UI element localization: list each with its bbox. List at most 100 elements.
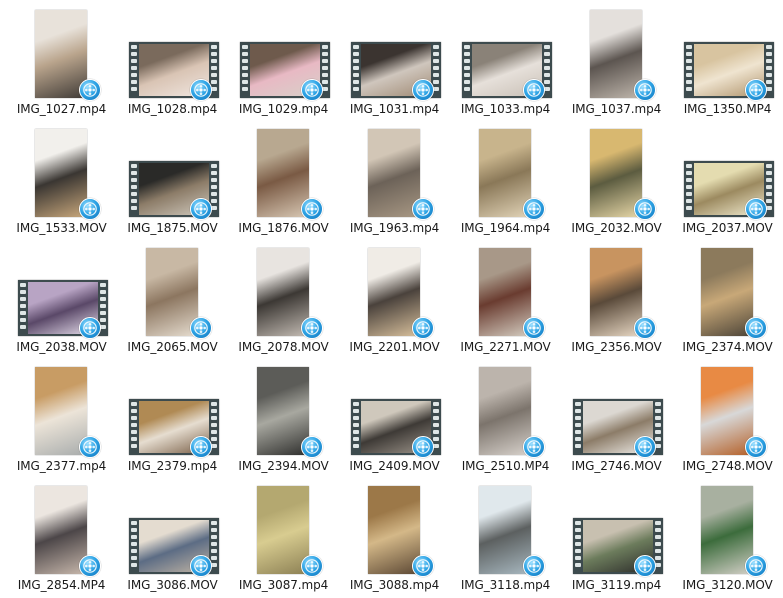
- media-player-icon: [745, 198, 767, 220]
- file-item[interactable]: IMG_3088.mp4: [339, 476, 450, 594]
- file-item[interactable]: IMG_3087.mp4: [228, 476, 339, 594]
- thumbnail-area: [672, 119, 783, 220]
- file-item[interactable]: IMG_2032.MOV: [561, 119, 672, 237]
- media-player-icon: [301, 317, 323, 339]
- media-player-icon: [523, 317, 545, 339]
- file-name-label: IMG_3088.mp4: [349, 578, 440, 592]
- thumbnail-area: [672, 0, 783, 101]
- thumbnail-area: [672, 357, 783, 458]
- thumbnail-area: [117, 476, 228, 577]
- file-name-label: IMG_2037.MOV: [682, 221, 773, 235]
- file-item[interactable]: IMG_3118.mp4: [450, 476, 561, 594]
- thumbnail-area: [561, 0, 672, 101]
- file-name-label: IMG_1533.MOV: [16, 221, 107, 235]
- file-item[interactable]: IMG_1533.MOV: [6, 119, 117, 237]
- file-item[interactable]: IMG_2746.MOV: [561, 357, 672, 475]
- thumbnail-area: [561, 238, 672, 339]
- file-item[interactable]: IMG_2201.MOV: [339, 238, 450, 356]
- thumbnail-area: [450, 0, 561, 101]
- film-strip-holes: [575, 402, 581, 452]
- file-item[interactable]: IMG_1963.mp4: [339, 119, 450, 237]
- media-player-icon: [301, 198, 323, 220]
- file-item[interactable]: IMG_1964.mp4: [450, 119, 561, 237]
- file-name-label: IMG_1028.mp4: [127, 102, 218, 116]
- file-item[interactable]: IMG_2374.MOV: [672, 238, 783, 356]
- file-grid: IMG_1027.mp4 IMG_1028.mp4 IMG_1029.mp4 IMG_…: [0, 0, 783, 598]
- file-item[interactable]: IMG_3119.mp4: [561, 476, 672, 594]
- thumbnail-area: [117, 238, 228, 339]
- file-item[interactable]: IMG_2356.MOV: [561, 238, 672, 356]
- file-item[interactable]: IMG_3086.MOV: [117, 476, 228, 594]
- thumbnail-area: [228, 357, 339, 458]
- file-name-label: IMG_2065.MOV: [127, 340, 218, 354]
- file-item[interactable]: IMG_1876.MOV: [228, 119, 339, 237]
- media-player-icon: [301, 79, 323, 101]
- media-player-icon: [301, 436, 323, 458]
- file-item[interactable]: IMG_2510.MP4: [450, 357, 561, 475]
- film-strip-holes: [131, 45, 137, 95]
- file-name-label: IMG_2271.MOV: [460, 340, 551, 354]
- file-item[interactable]: IMG_1033.mp4: [450, 0, 561, 118]
- media-player-icon: [745, 79, 767, 101]
- file-item[interactable]: IMG_2038.MOV: [6, 238, 117, 356]
- film-strip-holes: [464, 45, 470, 95]
- thumbnail-area: [228, 0, 339, 101]
- media-player-icon: [301, 555, 323, 577]
- file-name-label: IMG_1029.mp4: [238, 102, 329, 116]
- file-item[interactable]: IMG_1350.MP4: [672, 0, 783, 118]
- media-player-icon: [79, 555, 101, 577]
- file-item[interactable]: IMG_1027.mp4: [6, 0, 117, 118]
- file-item[interactable]: IMG_2854.MP4: [6, 476, 117, 594]
- film-strip-holes: [353, 45, 359, 95]
- file-item[interactable]: IMG_2409.MOV: [339, 357, 450, 475]
- film-strip-holes: [575, 521, 581, 571]
- file-name-label: IMG_1875.MOV: [127, 221, 218, 235]
- file-name-label: IMG_2374.MOV: [682, 340, 773, 354]
- film-strip-holes: [131, 164, 137, 214]
- file-name-label: IMG_3119.mp4: [571, 578, 662, 592]
- media-player-icon: [79, 317, 101, 339]
- file-item[interactable]: IMG_1028.mp4: [117, 0, 228, 118]
- thumbnail-area: [450, 238, 561, 339]
- file-item[interactable]: IMG_2748.MOV: [672, 357, 783, 475]
- file-item[interactable]: IMG_1037.mp4: [561, 0, 672, 118]
- thumbnail-area: [228, 119, 339, 220]
- file-name-label: IMG_2201.MOV: [349, 340, 440, 354]
- thumbnail-area: [339, 238, 450, 339]
- media-player-icon: [523, 198, 545, 220]
- media-player-icon: [190, 79, 212, 101]
- media-player-icon: [412, 317, 434, 339]
- file-name-label: IMG_3120.MOV: [682, 578, 773, 592]
- file-name-label: IMG_1031.mp4: [349, 102, 440, 116]
- thumbnail-area: [450, 476, 561, 577]
- file-item[interactable]: IMG_1029.mp4: [228, 0, 339, 118]
- file-item[interactable]: IMG_2037.MOV: [672, 119, 783, 237]
- file-name-label: IMG_3086.MOV: [127, 578, 218, 592]
- file-item[interactable]: IMG_2379.mp4: [117, 357, 228, 475]
- thumbnail-area: [228, 476, 339, 577]
- media-player-icon: [523, 555, 545, 577]
- file-item[interactable]: IMG_2271.MOV: [450, 238, 561, 356]
- media-player-icon: [190, 436, 212, 458]
- thumbnail-area: [6, 476, 117, 577]
- thumbnail-area: [6, 238, 117, 339]
- file-item[interactable]: IMG_2377.mp4: [6, 357, 117, 475]
- file-item[interactable]: IMG_1031.mp4: [339, 0, 450, 118]
- file-item[interactable]: IMG_2078.MOV: [228, 238, 339, 356]
- thumbnail-area: [561, 476, 672, 577]
- thumbnail-area: [339, 476, 450, 577]
- film-strip-holes: [686, 45, 692, 95]
- file-item[interactable]: IMG_1875.MOV: [117, 119, 228, 237]
- file-item[interactable]: IMG_2065.MOV: [117, 238, 228, 356]
- file-item[interactable]: IMG_3120.MOV: [672, 476, 783, 594]
- file-name-label: IMG_2746.MOV: [571, 459, 662, 473]
- file-name-label: IMG_1964.mp4: [460, 221, 551, 235]
- thumbnail-area: [672, 476, 783, 577]
- thumbnail-area: [117, 119, 228, 220]
- media-player-icon: [634, 317, 656, 339]
- media-player-icon: [523, 436, 545, 458]
- file-name-label: IMG_2394.MOV: [238, 459, 329, 473]
- film-strip-holes: [131, 521, 137, 571]
- file-item[interactable]: IMG_2394.MOV: [228, 357, 339, 475]
- media-player-icon: [190, 317, 212, 339]
